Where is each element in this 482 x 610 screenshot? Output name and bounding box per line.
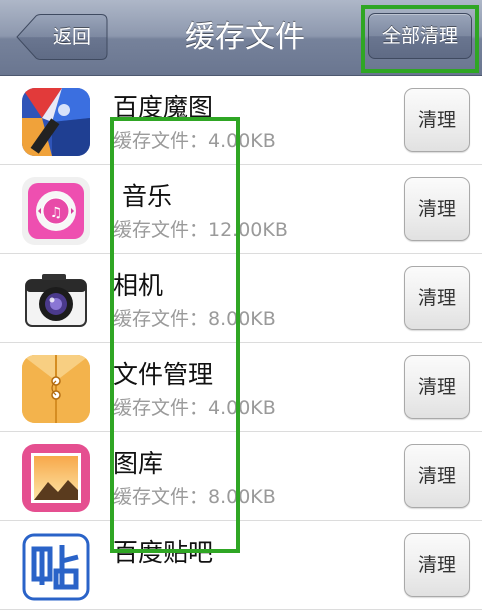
clean-button[interactable]: 清理 — [404, 355, 470, 419]
back-button[interactable]: 返回 — [16, 14, 108, 60]
file-manager-icon — [22, 355, 90, 423]
cache-size-text: 缓存文件：12.00KB — [113, 219, 288, 241]
app-name: 图库 — [113, 449, 164, 478]
cache-size-text: 缓存文件：4.00KB — [113, 130, 276, 152]
list-item: 百度魔图 缓存文件：4.00KB 清理 — [0, 76, 482, 165]
app-name: 音乐 — [122, 182, 173, 211]
music-icon: ♫ — [22, 177, 90, 245]
cache-list: 百度魔图 缓存文件：4.00KB 清理 ♫ 音乐 缓存文件：12.00KB 清理 — [0, 76, 482, 610]
clean-button[interactable]: 清理 — [404, 88, 470, 152]
baidu-tieba-icon — [22, 533, 90, 601]
list-item: 相机 缓存文件：8.00KB 清理 — [0, 254, 482, 343]
app-name: 相机 — [113, 271, 164, 300]
clean-button[interactable]: 清理 — [404, 533, 470, 597]
page-title: 缓存文件 — [185, 20, 305, 55]
cache-size-text: 缓存文件：8.00KB — [113, 308, 276, 330]
app-name: 百度贴吧 — [113, 538, 214, 567]
list-item: 文件管理 缓存文件：4.00KB 清理 — [0, 343, 482, 432]
svg-text:♫: ♫ — [50, 205, 63, 221]
app-name: 文件管理 — [113, 360, 214, 389]
baidu-motu-icon — [22, 88, 90, 156]
camera-icon — [22, 266, 90, 334]
list-item: 图库 缓存文件：8.00KB 清理 — [0, 432, 482, 521]
list-item: ♫ 音乐 缓存文件：12.00KB 清理 — [0, 165, 482, 254]
cache-size-text: 缓存文件：4.00KB — [113, 397, 276, 419]
clear-all-button[interactable]: 全部清理 — [368, 13, 472, 59]
app-name: 百度魔图 — [113, 93, 214, 122]
clean-button[interactable]: 清理 — [404, 444, 470, 508]
clean-button[interactable]: 清理 — [404, 177, 470, 241]
gallery-icon — [22, 444, 90, 512]
back-button-label: 返回 — [52, 26, 91, 48]
navigation-bar: 返回 缓存文件 全部清理 — [0, 0, 482, 76]
clean-button[interactable]: 清理 — [404, 266, 470, 330]
cache-size-text: 缓存文件：8.00KB — [113, 486, 276, 508]
